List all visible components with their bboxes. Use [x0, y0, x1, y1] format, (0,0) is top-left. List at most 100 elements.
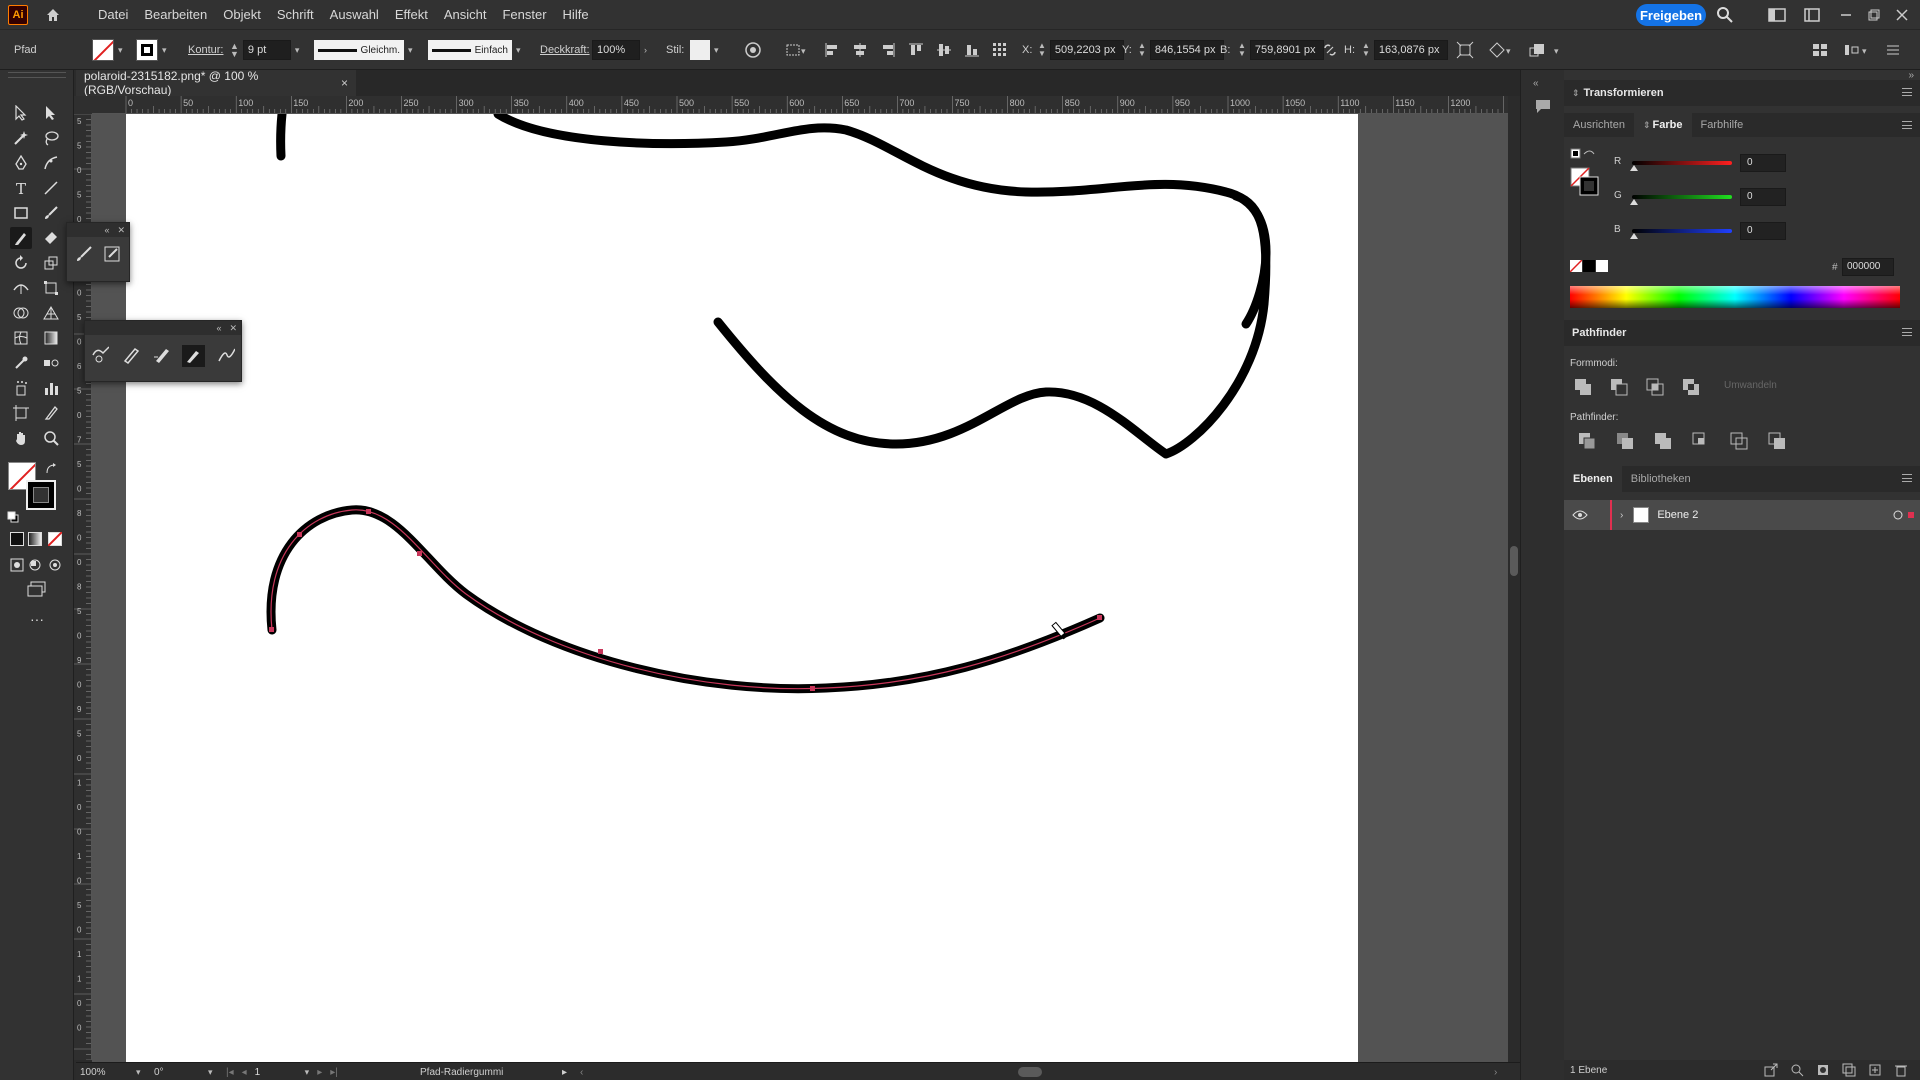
transform-icon[interactable] — [1456, 41, 1474, 59]
slice-tool-icon[interactable] — [40, 402, 62, 424]
height-stepper[interactable]: ▲ ▼ — [1362, 42, 1370, 58]
transform-panel-header[interactable]: ⇕ Transformieren — [1564, 80, 1920, 106]
color-spectrum[interactable] — [1570, 286, 1900, 308]
menu-datei[interactable]: Datei — [90, 0, 136, 30]
chevron-down-icon[interactable]: ▾ — [295, 45, 300, 56]
selection-tool-icon[interactable] — [10, 102, 32, 124]
visibility-eye-icon[interactable] — [1572, 509, 1588, 521]
minus-front-icon[interactable] — [1610, 378, 1628, 396]
arrange-icon[interactable]: ▾ — [1528, 41, 1568, 59]
close-tab-icon[interactable]: × — [341, 76, 348, 90]
opacity-label[interactable]: Deckkraft: — [540, 44, 590, 56]
width-field[interactable]: 759,8901 px — [1249, 40, 1324, 60]
control-bar-menu-icon[interactable] — [1886, 44, 1900, 56]
shaper-tool-icon[interactable] — [10, 227, 32, 249]
fill-swatch[interactable]: ▾ — [92, 30, 123, 70]
rectangle-tool-icon[interactable] — [10, 202, 32, 224]
black-swatch[interactable] — [1583, 260, 1595, 272]
stroke-profile-dropdown[interactable]: Gleichm. ▾ — [314, 30, 413, 70]
panel-menu-icon[interactable] — [1902, 121, 1912, 129]
expand-button[interactable]: Umwandeln — [1724, 380, 1804, 391]
default-colors-icon[interactable] — [6, 510, 20, 524]
blue-value-field[interactable]: 0 — [1740, 222, 1786, 240]
stroke-color-box[interactable] — [26, 480, 56, 510]
flyout-header[interactable]: «✕ — [85, 321, 241, 335]
artboard-number-field[interactable]: 1 — [255, 1067, 293, 1078]
blue-track[interactable] — [1632, 229, 1732, 233]
stroke-swatch[interactable]: ▾ — [136, 30, 167, 70]
hand-tool-icon[interactable] — [10, 427, 32, 449]
y-field[interactable]: 846,1554 px — [1149, 40, 1224, 60]
tab-farbe[interactable]: ⇕ Farbe — [1633, 113, 1692, 137]
vertical-scrollbar[interactable] — [1508, 96, 1520, 1062]
gradient-mode-icon[interactable] — [24, 528, 46, 550]
eraser-tool-icon[interactable] — [40, 227, 62, 249]
menu-hilfe[interactable]: Hilfe — [555, 0, 597, 30]
magic-wand-tool-icon[interactable] — [10, 127, 32, 149]
panel-menu-icon[interactable] — [1902, 88, 1912, 96]
new-sublayer-icon[interactable] — [1842, 1063, 1856, 1077]
free-transform-tool-icon[interactable] — [40, 277, 62, 299]
mesh-tool-icon[interactable] — [10, 327, 32, 349]
green-track[interactable] — [1632, 195, 1732, 199]
toolbar-grip[interactable] — [8, 72, 66, 78]
path-top-wave[interactable] — [493, 114, 1271, 329]
export-icon[interactable] — [1764, 1063, 1778, 1077]
align-center-h-icon[interactable] — [852, 42, 868, 58]
brush-definition-dropdown[interactable]: Einfach ▾ — [428, 30, 521, 70]
width-tool-icon[interactable] — [10, 277, 32, 299]
make-clipping-mask-icon[interactable] — [1816, 1063, 1830, 1077]
stroke-weight-stepper[interactable]: ▲ ▼ 9 pt ▾ — [230, 30, 299, 70]
red-thumb[interactable] — [1630, 165, 1638, 171]
path-eraser-icon[interactable] — [182, 345, 205, 367]
intersect-icon[interactable] — [1646, 378, 1664, 396]
white-swatch[interactable] — [1596, 260, 1608, 272]
shaper-icon[interactable] — [91, 345, 110, 365]
chevron-down-icon[interactable]: ▾ — [118, 45, 123, 56]
gradient-tool-icon[interactable] — [40, 327, 62, 349]
artboard[interactable] — [126, 114, 1358, 1062]
flyout-header[interactable]: «✕ — [67, 223, 129, 237]
menu-fenster[interactable]: Fenster — [494, 0, 554, 30]
collapse-icon[interactable]: « — [104, 225, 109, 235]
canvas-pasteboard[interactable] — [92, 114, 1508, 1062]
search-icon[interactable] — [1716, 0, 1734, 30]
opacity-field[interactable]: 100% — [592, 40, 640, 60]
curvature-tool-icon[interactable] — [40, 152, 62, 174]
close-flyout-icon[interactable]: ✕ — [229, 323, 237, 334]
path-stub[interactable] — [276, 114, 287, 161]
divide-icon[interactable] — [1578, 432, 1596, 450]
tab-farbhilfe[interactable]: Farbhilfe — [1692, 113, 1753, 137]
menu-auswahl[interactable]: Auswahl — [322, 0, 387, 30]
join-icon[interactable] — [217, 345, 236, 365]
next-artboard-icon[interactable]: ▸ — [317, 1067, 322, 1078]
paintbrush-tool-icon[interactable] — [40, 202, 62, 224]
none-swatch[interactable] — [1570, 260, 1582, 272]
selection-indicator[interactable] — [1908, 512, 1914, 518]
swap-fill-stroke-icon[interactable] — [44, 462, 58, 476]
zoom-field[interactable]: 100% — [80, 1067, 132, 1078]
panel-menu-icon[interactable] — [1902, 328, 1912, 336]
align-center-v-icon[interactable] — [936, 42, 952, 58]
layer-row[interactable]: › Ebene 2 — [1564, 500, 1920, 530]
horizontal-scroll-thumb[interactable] — [1018, 1067, 1042, 1077]
unite-icon[interactable] — [1574, 378, 1592, 396]
trim-icon[interactable] — [1616, 432, 1634, 450]
shape-builder-tool-icon[interactable] — [10, 302, 32, 324]
screen-mode-icon[interactable] — [24, 578, 50, 600]
chevron-down-icon[interactable]: ▾ — [714, 45, 719, 56]
chevron-down-icon[interactable]: ▾ — [305, 1067, 310, 1078]
comments-icon[interactable] — [1533, 96, 1553, 116]
more-tools-icon[interactable]: ··· — [24, 608, 50, 630]
y-stepper[interactable]: ▲ ▼ — [1138, 42, 1146, 58]
first-artboard-icon[interactable]: |◂ — [226, 1067, 234, 1078]
align-right-icon[interactable] — [880, 42, 896, 58]
restore-icon[interactable] — [1868, 0, 1880, 30]
scrollbar-thumb[interactable] — [1510, 546, 1518, 576]
none-mode-icon[interactable] — [44, 528, 66, 550]
color-fill-stroke-indicator[interactable] — [1570, 148, 1600, 198]
stroke-weight-field[interactable]: 9 pt — [242, 40, 291, 60]
pathfinder-panel-header[interactable]: Pathfinder — [1564, 320, 1920, 346]
blue-thumb[interactable] — [1630, 233, 1638, 239]
chevron-down-icon[interactable]: ▾ — [136, 1067, 141, 1078]
